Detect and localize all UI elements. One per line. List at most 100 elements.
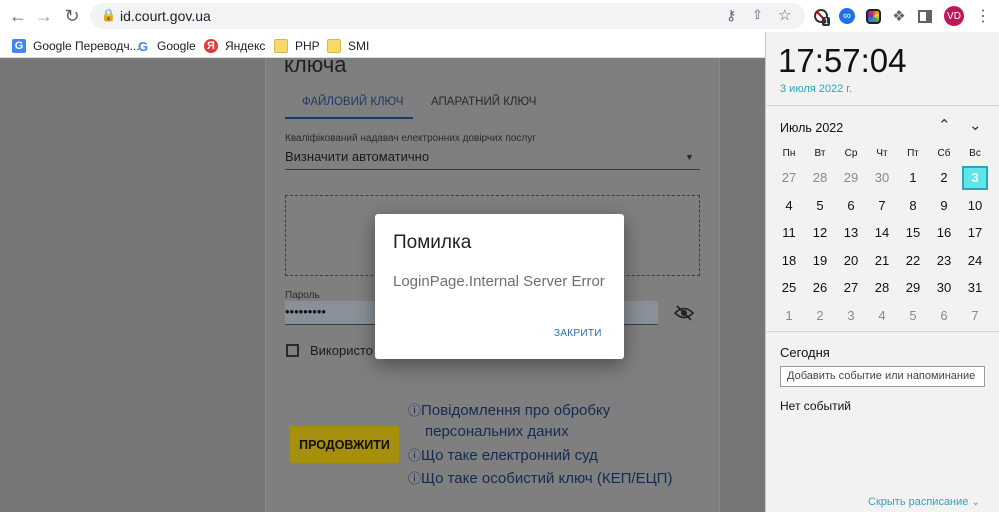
calendar-day[interactable]: 13 [836,225,866,241]
link-personal-data[interactable]: ⓘПовідомлення про обробку [408,400,610,419]
calendar-day[interactable]: 7 [960,308,990,324]
calendar-day[interactable]: 28 [867,280,897,296]
help-circle-icon: ⓘ [408,403,422,418]
calendar-day[interactable]: 29 [836,170,866,186]
calendar-day[interactable]: 5 [898,308,928,324]
page-heading: ключа [284,52,347,77]
checkbox-label: Використо [310,343,374,358]
add-event-input[interactable]: Добавить событие или напоминание [780,366,985,387]
bookmark-yandex[interactable]: Я Яндекс [204,37,265,55]
calendar-day[interactable]: 5 [805,198,835,214]
calendar-day[interactable]: 11 [774,225,804,241]
url-text[interactable]: id.court.gov.ua [120,8,211,24]
calendar-month[interactable]: Июль 2022 [780,121,843,135]
next-month-icon[interactable]: ⌄ [969,116,982,134]
calendar-day[interactable]: 25 [774,280,804,296]
link-electronic-court[interactable]: ⓘЩо таке електронний суд [408,445,598,464]
calendar-day[interactable]: 16 [929,225,959,241]
calendar-day[interactable]: 4 [867,308,897,324]
dialog-title: Помилка [393,232,472,253]
extension-blocker-icon[interactable]: 1 [812,7,831,26]
calendar-day[interactable]: 18 [774,253,804,269]
extension-color-icon[interactable] [864,7,882,25]
calendar-day[interactable]: 2 [929,170,959,186]
password-value: ••••••••• [285,304,326,319]
bookmark-label: Google Переводч... [33,39,140,53]
back-icon[interactable]: ← [8,6,28,26]
extension-infinity-icon[interactable]: ∞ [838,7,856,25]
calendar-day[interactable]: 1 [898,170,928,186]
calendar-flyout: 17:57:04 3 июля 2022 г. Июль 2022 ⌃ ⌄ Се… [765,32,999,512]
forward-icon[interactable]: → [34,6,54,26]
address-bar[interactable]: 🔒 id.court.gov.ua ⚷ ⇧ ☆ [90,3,805,29]
calendar-day[interactable]: 29 [898,280,928,296]
password-label: Пароль [285,290,320,301]
calendar-day[interactable]: 1 [774,308,804,324]
tab-file-key[interactable]: ФАЙЛОВИЙ КЛЮЧ [302,96,403,108]
calendar-day[interactable]: 20 [836,253,866,269]
calendar-day[interactable]: 28 [805,170,835,186]
bookmark-star-icon[interactable]: ☆ [778,6,791,24]
calendar-day[interactable]: 14 [867,225,897,241]
toggle-visibility-icon[interactable] [673,305,695,321]
calendar-day[interactable]: 27 [836,280,866,296]
clock-date[interactable]: 3 июля 2022 г. [780,83,852,95]
close-button[interactable]: ЗАКРИТИ [554,328,602,339]
calendar-day-today[interactable]: 3 [962,166,988,190]
yandex-icon: Я [204,39,218,53]
chevron-down-icon: ⌄ [971,497,980,508]
calendar-day[interactable]: 23 [929,253,959,269]
calendar-day[interactable]: 12 [805,225,835,241]
calendar-day[interactable]: 4 [774,198,804,214]
today-heading: Сегодня [780,345,830,360]
google-icon: G [137,38,149,54]
reload-icon[interactable]: ↻ [62,6,82,26]
provider-select[interactable]: Визначити автоматично ▼ [285,146,700,170]
hide-schedule-link[interactable]: Скрыть расписание ⌄ [868,496,980,508]
weekday-label: Ср [844,148,858,159]
calendar-day[interactable]: 15 [898,225,928,241]
profile-avatar[interactable]: VD [944,6,964,26]
prev-month-icon[interactable]: ⌃ [938,116,951,134]
continue-button[interactable]: ПРОДОВЖИТИ [290,426,399,463]
calendar-day[interactable]: 2 [805,308,835,324]
calendar-day[interactable]: 27 [774,170,804,186]
link-personal-key[interactable]: ⓘЩо таке особистий ключ (КЕП/ЕЦП) [408,468,672,487]
divider [766,331,999,332]
calendar-day[interactable]: 8 [898,198,928,214]
extensions-puzzle-icon[interactable]: ❖ [890,7,908,25]
calendar-day[interactable]: 3 [836,308,866,324]
bookmark-label: Яндекс [225,39,266,53]
bookmark-google[interactable]: G Google [136,37,196,55]
weekday-label: Чт [876,148,888,159]
lock-icon[interactable]: 🔒 [101,8,116,22]
share-icon[interactable]: ⇧ [752,7,763,23]
tab-hardware-key[interactable]: АПАРАТНИЙ КЛЮЧ [431,96,536,108]
more-menu-icon[interactable]: ⋮ [974,7,992,25]
weekday-label: Вт [814,148,826,159]
extension-badge: 1 [822,17,831,26]
side-panel-icon[interactable] [916,7,934,25]
calendar-day[interactable]: 26 [805,280,835,296]
weekday-label: Пн [782,148,796,159]
weekday-label: Вс [969,148,981,159]
bookmark-google-translate[interactable]: G Google Переводч... [12,37,140,55]
calendar-day[interactable]: 22 [898,253,928,269]
weekday-label: Пт [907,148,919,159]
calendar-day[interactable]: 30 [929,280,959,296]
key-icon[interactable]: ⚷ [726,7,736,24]
clock-time: 17:57:04 [778,42,907,79]
calendar-day[interactable]: 17 [960,225,990,241]
link-personal-data-cont[interactable]: персональних даних [425,423,569,440]
remember-checkbox[interactable] [286,344,299,357]
calendar-day[interactable]: 7 [867,198,897,214]
calendar-day[interactable]: 24 [960,253,990,269]
calendar-day[interactable]: 31 [960,280,990,296]
calendar-day[interactable]: 30 [867,170,897,186]
calendar-day[interactable]: 9 [929,198,959,214]
calendar-day[interactable]: 10 [960,198,990,214]
calendar-day[interactable]: 21 [867,253,897,269]
calendar-day[interactable]: 6 [836,198,866,214]
calendar-day[interactable]: 19 [805,253,835,269]
calendar-day[interactable]: 6 [929,308,959,324]
